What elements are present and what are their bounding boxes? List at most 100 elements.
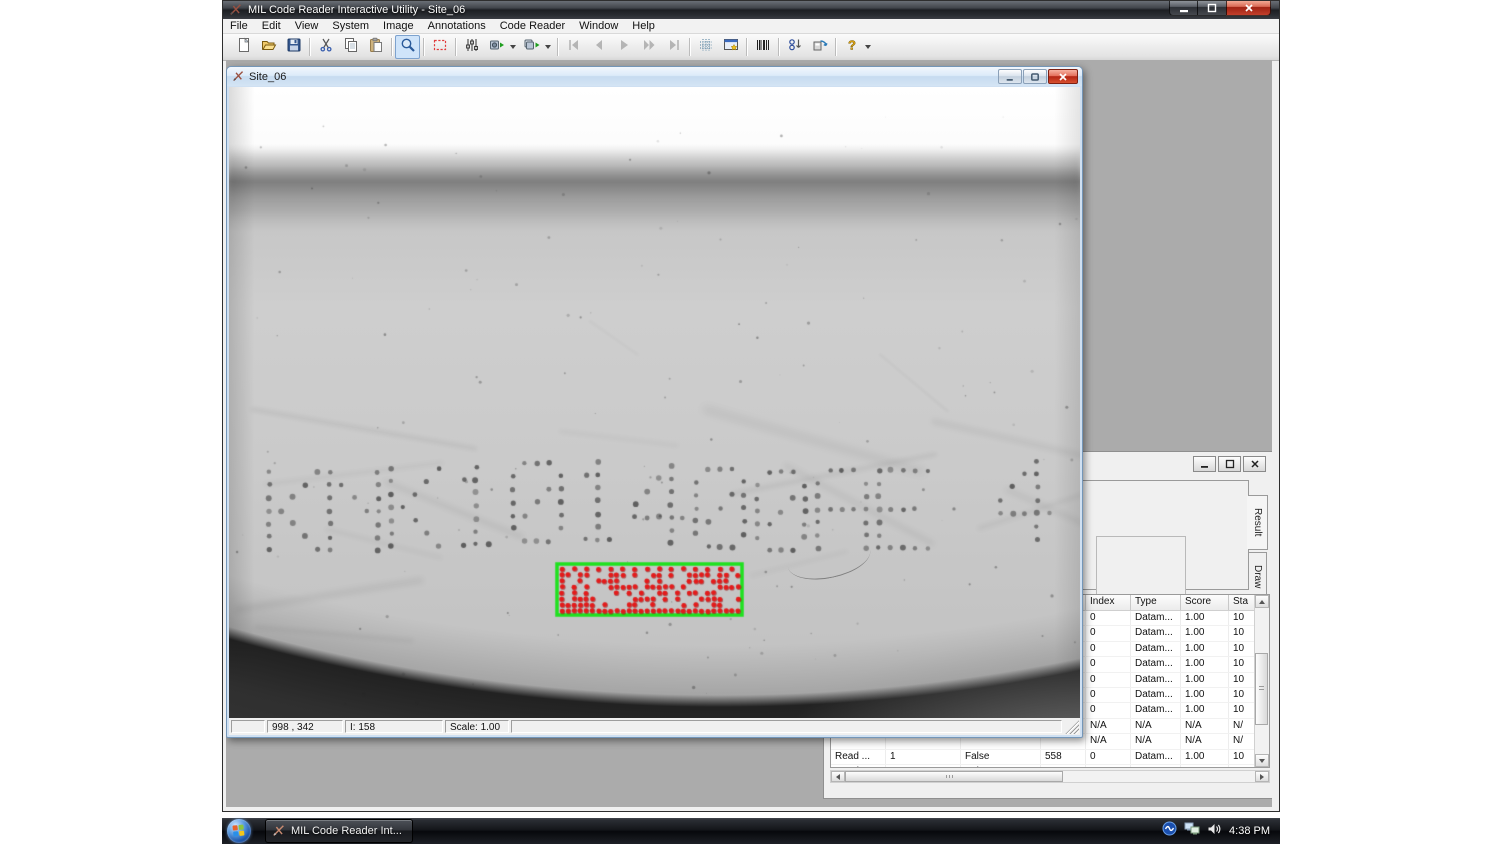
image-window-titlebar[interactable]: Site_06 bbox=[227, 67, 1082, 86]
horizontal-scrollbar[interactable] bbox=[830, 770, 1270, 783]
table-cell: 1.00 bbox=[1181, 657, 1229, 671]
column-header-sta[interactable]: Sta bbox=[1229, 595, 1255, 610]
grab-continuous-button[interactable] bbox=[519, 35, 544, 59]
scroll-left-icon[interactable] bbox=[831, 771, 845, 782]
antivirus-icon[interactable] bbox=[1162, 821, 1177, 841]
grab-single-button[interactable] bbox=[484, 35, 509, 59]
volume-icon[interactable] bbox=[1207, 822, 1222, 841]
table-cell: N/ bbox=[1229, 734, 1255, 748]
close-icon[interactable] bbox=[1243, 456, 1266, 472]
table-cell: 10 bbox=[1229, 673, 1255, 687]
desktop: MIL Code Reader Interactive Utility - Si… bbox=[0, 0, 1500, 844]
vertical-scroll-thumb[interactable] bbox=[1255, 653, 1268, 725]
menu-window[interactable]: Window bbox=[572, 19, 625, 33]
chevron-down-icon[interactable] bbox=[545, 45, 551, 49]
table-cell: Datam... bbox=[1131, 657, 1181, 671]
open-icon bbox=[261, 37, 277, 58]
inspection-image[interactable] bbox=[229, 87, 1080, 718]
menu-edit[interactable]: Edit bbox=[255, 19, 288, 33]
menu-file[interactable]: File bbox=[223, 19, 255, 33]
export-result-icon bbox=[812, 37, 828, 58]
cut-button[interactable] bbox=[313, 35, 338, 59]
table-cell: 0 bbox=[1086, 642, 1131, 656]
reader-settings-icon bbox=[787, 37, 803, 58]
table-cell: Datam... bbox=[1131, 611, 1181, 625]
save-icon bbox=[286, 37, 302, 58]
save-button[interactable] bbox=[281, 35, 306, 59]
open-button[interactable] bbox=[256, 35, 281, 59]
column-header-score[interactable]: Score bbox=[1181, 595, 1229, 610]
table-cell: 0 bbox=[1086, 626, 1131, 640]
status-scale: Scale: 1.00 bbox=[445, 720, 509, 733]
barcode-button[interactable] bbox=[750, 35, 775, 59]
nav-first-icon bbox=[566, 37, 582, 58]
minimize-icon[interactable] bbox=[1169, 1, 1198, 16]
scroll-right-icon[interactable] bbox=[1255, 771, 1269, 782]
restore-icon[interactable] bbox=[1023, 69, 1047, 84]
network-icon[interactable] bbox=[1184, 822, 1200, 841]
scroll-up-icon[interactable] bbox=[1255, 595, 1269, 608]
app-title: MIL Code Reader Interactive Utility - Si… bbox=[248, 4, 465, 16]
copy-button[interactable] bbox=[338, 35, 363, 59]
menu-annotations[interactable]: Annotations bbox=[421, 19, 493, 33]
scroll-down-icon[interactable] bbox=[1255, 754, 1269, 767]
nav-play-icon bbox=[616, 37, 632, 58]
restore-icon[interactable] bbox=[1218, 456, 1241, 472]
app-titlebar[interactable]: MIL Code Reader Interactive Utility - Si… bbox=[223, 1, 1279, 19]
image-window-controls bbox=[998, 69, 1078, 84]
display-settings-button[interactable] bbox=[718, 35, 743, 59]
zoom-button[interactable] bbox=[395, 35, 420, 59]
menu-help[interactable]: Help bbox=[625, 19, 662, 33]
taskbar-app-button[interactable]: MIL Code Reader Int... bbox=[265, 819, 413, 843]
roi-button[interactable] bbox=[427, 35, 452, 59]
dot-peen-marking-and-datamatrix bbox=[229, 87, 1080, 718]
app-window: MIL Code Reader Interactive Utility - Si… bbox=[222, 0, 1280, 812]
grid-icon bbox=[698, 37, 714, 58]
grid-button[interactable] bbox=[693, 35, 718, 59]
menu-code-reader[interactable]: Code Reader bbox=[493, 19, 572, 33]
close-icon[interactable] bbox=[1226, 1, 1271, 16]
menu-view[interactable]: View bbox=[288, 19, 326, 33]
minimize-icon[interactable] bbox=[1193, 456, 1216, 472]
new-button[interactable] bbox=[231, 35, 256, 59]
table-row[interactable]: Read ...1False5580Datam...1.0010 bbox=[831, 765, 1269, 768]
table-cell: N/A bbox=[1086, 719, 1131, 733]
export-result-button[interactable] bbox=[807, 35, 832, 59]
table-cell: 1.00 bbox=[1181, 765, 1229, 768]
table-cell: 10 bbox=[1229, 765, 1255, 768]
resize-grip[interactable] bbox=[1065, 720, 1079, 734]
help-button[interactable]: ? bbox=[839, 35, 864, 59]
chevron-down-icon[interactable] bbox=[510, 45, 516, 49]
reader-settings-button[interactable] bbox=[782, 35, 807, 59]
image-window-title: Site_06 bbox=[249, 71, 286, 83]
table-cell: 10 bbox=[1229, 611, 1255, 625]
adjust-button[interactable] bbox=[459, 35, 484, 59]
menu-system[interactable]: System bbox=[325, 19, 376, 33]
table-cell: 10 bbox=[1229, 703, 1255, 717]
chevron-down-icon[interactable] bbox=[865, 45, 871, 49]
roi-icon bbox=[432, 37, 448, 58]
horizontal-scroll-thumb[interactable] bbox=[845, 771, 1063, 782]
minimize-icon[interactable] bbox=[998, 69, 1022, 84]
nav-play-button bbox=[611, 35, 636, 59]
table-cell: 1.00 bbox=[1181, 750, 1229, 764]
table-cell: 1.00 bbox=[1181, 611, 1229, 625]
column-header-index[interactable]: Index bbox=[1086, 595, 1131, 610]
close-icon[interactable] bbox=[1048, 69, 1078, 84]
table-cell: Datam... bbox=[1131, 750, 1181, 764]
table-cell: 10 bbox=[1229, 750, 1255, 764]
menu-image[interactable]: Image bbox=[376, 19, 421, 33]
table-cell: N/ bbox=[1229, 719, 1255, 733]
table-cell: N/A bbox=[1181, 734, 1229, 748]
maximize-icon[interactable] bbox=[1198, 1, 1226, 16]
table-cell: Datam... bbox=[1131, 765, 1181, 768]
status-intensity: I: 158 bbox=[345, 720, 443, 733]
app-icon bbox=[272, 824, 286, 838]
tab-result[interactable]: Result bbox=[1248, 495, 1268, 550]
column-header-type[interactable]: Type bbox=[1131, 595, 1181, 610]
table-row[interactable]: Read ...1False5580Datam...1.0010 bbox=[831, 750, 1269, 765]
start-button[interactable] bbox=[227, 819, 251, 843]
vertical-scrollbar[interactable] bbox=[1254, 595, 1269, 767]
table-cell: Datam... bbox=[1131, 673, 1181, 687]
taskbar-clock[interactable]: 4:38 PM bbox=[1229, 825, 1270, 837]
